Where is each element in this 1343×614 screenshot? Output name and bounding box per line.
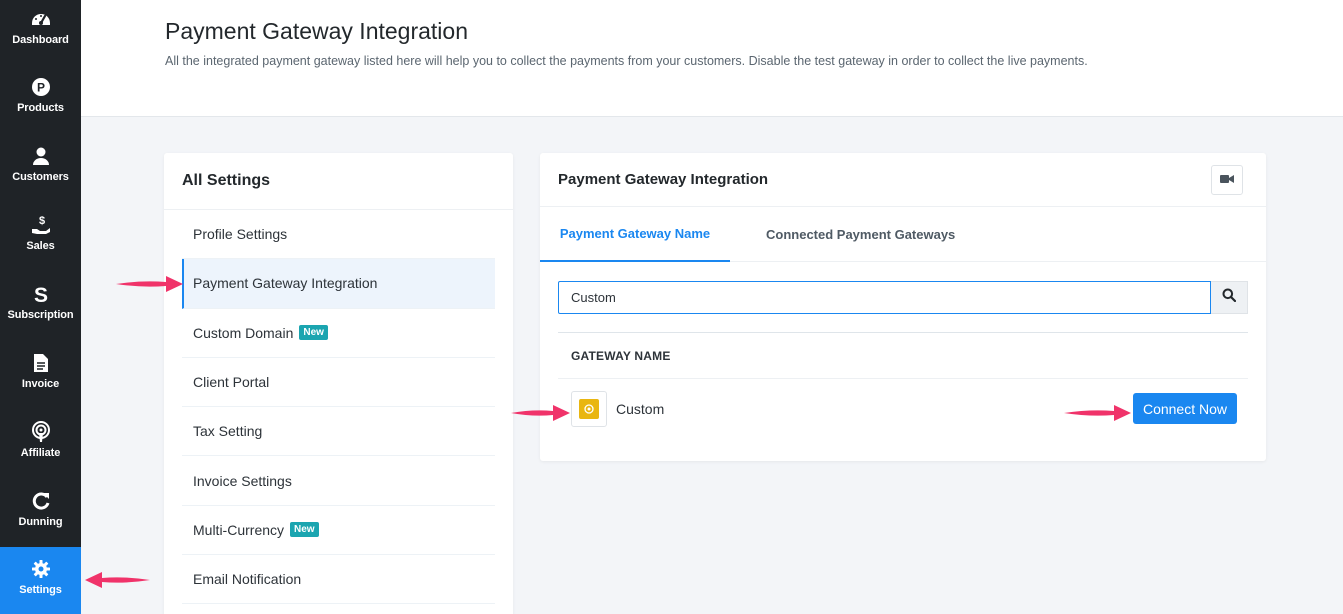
nav-item-customers[interactable]: Customers bbox=[0, 137, 81, 205]
products-icon: P bbox=[30, 76, 52, 98]
svg-text:P: P bbox=[36, 81, 44, 95]
settings-item-label: Client Portal bbox=[193, 374, 270, 391]
annotation-arrow bbox=[116, 276, 183, 292]
nav-item-products[interactable]: P Products bbox=[0, 68, 81, 136]
nav-item-affiliate[interactable]: Affiliate bbox=[0, 413, 81, 481]
settings-item-label: Profile Settings bbox=[193, 226, 288, 243]
settings-item-label: Custom Domain bbox=[193, 324, 294, 341]
nav-item-invoice[interactable]: Invoice bbox=[0, 344, 81, 412]
search-icon bbox=[1222, 288, 1237, 307]
connect-now-button[interactable]: Connect Now bbox=[1132, 393, 1237, 424]
page-header: Payment Gateway Integration All the inte… bbox=[81, 0, 1343, 117]
video-camera-icon bbox=[1220, 171, 1234, 189]
tab-payment-gateway-name[interactable]: Payment Gateway Name bbox=[540, 207, 730, 262]
settings-item-label: Email Notification bbox=[193, 571, 302, 588]
tab-connected-payment-gateways[interactable]: Connected Payment Gateways bbox=[766, 207, 955, 262]
settings-item-invoice[interactable]: Invoice Settings bbox=[182, 456, 495, 506]
gateway-tabs: Payment Gateway Name Connected Payment G… bbox=[540, 207, 1266, 262]
table-row: Custom Connect Now bbox=[558, 379, 1248, 439]
search-input[interactable] bbox=[558, 281, 1211, 314]
settings-item-custom-domain[interactable]: Custom Domain New bbox=[182, 309, 495, 358]
sales-icon: $ bbox=[30, 214, 52, 236]
nav-item-dashboard[interactable]: Dashboard bbox=[0, 0, 81, 68]
settings-item-payment-gateway[interactable]: Payment Gateway Integration bbox=[182, 259, 495, 309]
settings-item-profile[interactable]: Profile Settings bbox=[182, 210, 495, 260]
nav-item-settings[interactable]: Settings bbox=[0, 547, 81, 614]
new-badge: New bbox=[290, 522, 319, 538]
page-title: Payment Gateway Integration bbox=[165, 18, 468, 44]
nav-item-sales[interactable]: $ Sales bbox=[0, 206, 81, 274]
gateway-card-title: Payment Gateway Integration bbox=[558, 171, 769, 188]
dashboard-icon bbox=[30, 8, 52, 30]
settings-item-tax[interactable]: Tax Setting bbox=[182, 407, 495, 457]
settings-item-label: Multi-Currency bbox=[193, 521, 285, 538]
search-bar bbox=[558, 281, 1248, 314]
nav-item-subscription[interactable]: S Subscription bbox=[0, 275, 81, 343]
gateway-card-header: Payment Gateway Integration bbox=[540, 153, 1266, 207]
user-icon bbox=[30, 145, 52, 167]
gateway-logo bbox=[571, 391, 607, 427]
refresh-icon bbox=[30, 490, 52, 512]
annotation-arrow bbox=[85, 572, 150, 588]
svg-text:S: S bbox=[33, 284, 47, 305]
gateway-card: Payment Gateway Integration Payment Gate… bbox=[540, 153, 1266, 461]
annotation-arrow bbox=[511, 405, 570, 421]
settings-menu-card: All Settings Profile Settings Payment Ga… bbox=[164, 153, 513, 614]
gear-icon bbox=[30, 558, 52, 580]
table-header-gateway-name: GATEWAY NAME bbox=[558, 332, 1248, 379]
settings-item-email-notification[interactable]: Email Notification bbox=[182, 555, 495, 605]
settings-item-label: Tax Setting bbox=[193, 423, 263, 440]
page-description: All the integrated payment gateway liste… bbox=[165, 54, 1088, 68]
subscription-icon: S bbox=[30, 283, 52, 305]
sidebar: Dashboard P Products Customers $ Sales S… bbox=[0, 0, 81, 614]
annotation-arrow bbox=[1064, 405, 1131, 421]
invoice-icon bbox=[30, 352, 52, 374]
settings-title: All Settings bbox=[164, 153, 513, 210]
gateway-name: Custom bbox=[616, 401, 665, 417]
nav-item-dunning[interactable]: Dunning bbox=[0, 482, 81, 550]
settings-item-multi-currency[interactable]: Multi-Currency New bbox=[182, 506, 495, 556]
gateway-gear-icon bbox=[579, 399, 599, 419]
video-button[interactable] bbox=[1211, 164, 1243, 195]
gateway-table: GATEWAY NAME Custom Connect Now bbox=[558, 332, 1248, 439]
affiliate-icon bbox=[30, 421, 52, 443]
settings-item-label: Invoice Settings bbox=[193, 472, 292, 489]
settings-item-label: Payment Gateway Integration bbox=[193, 275, 378, 292]
settings-list: Profile Settings Payment Gateway Integra… bbox=[182, 210, 495, 605]
search-button[interactable] bbox=[1211, 281, 1248, 314]
svg-text:$: $ bbox=[38, 215, 44, 227]
new-badge: New bbox=[299, 325, 328, 341]
settings-item-client-portal[interactable]: Client Portal bbox=[182, 358, 495, 408]
